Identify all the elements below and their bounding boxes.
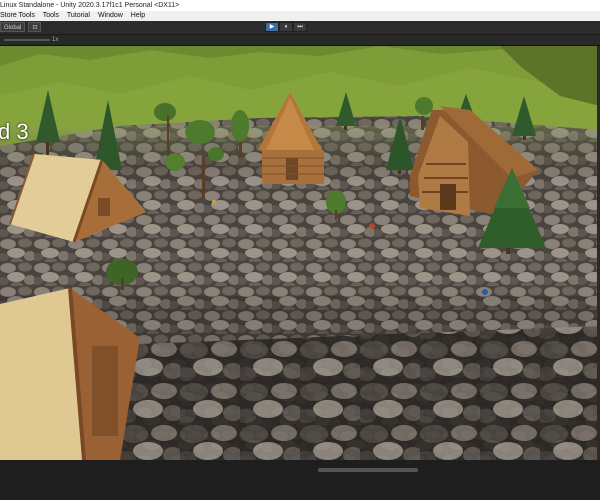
game-view-toolbar: 1x — [0, 35, 600, 46]
step-icon[interactable]: ⏭ — [293, 22, 307, 32]
menu-item-window[interactable]: Window — [98, 12, 123, 19]
grid-snap-icon[interactable]: ⊡ — [28, 22, 42, 32]
play-icon[interactable]: ▶ — [265, 22, 279, 32]
pause-icon[interactable]: ⏸ — [279, 22, 293, 32]
scale-slider[interactable] — [4, 39, 50, 41]
menu-item-store-tools[interactable]: Store Tools — [0, 12, 35, 19]
window-title-bar: Linux Standalone - Unity 2020.3.17f1c1 P… — [0, 0, 600, 11]
level-label: d 3 — [0, 119, 29, 144]
horizontal-scrollbar[interactable] — [318, 468, 418, 472]
main-toolbar: Global ⊡ ▶ ⏸ ⏭ — [0, 21, 600, 35]
global-toggle-button[interactable]: Global — [0, 22, 26, 32]
menu-item-tutorial[interactable]: Tutorial — [67, 12, 90, 19]
scale-label: 1x — [52, 37, 59, 43]
bottom-panel — [0, 460, 600, 500]
menu-bar: Store Tools Tools Tutorial Window Help — [0, 11, 600, 21]
play-controls: ▶ ⏸ ⏭ — [265, 22, 307, 32]
game-viewport[interactable]: d 3 — [0, 46, 600, 460]
menu-item-tools[interactable]: Tools — [43, 12, 59, 19]
scene-render — [0, 46, 600, 460]
menu-item-help[interactable]: Help — [131, 12, 145, 19]
window-title: Linux Standalone - Unity 2020.3.17f1c1 P… — [0, 2, 180, 9]
